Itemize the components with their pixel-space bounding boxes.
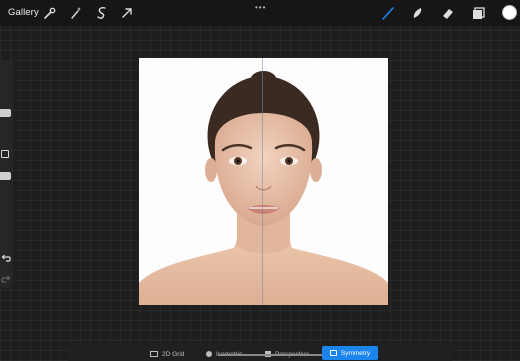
option-symmetry[interactable]: Symmetry [322,346,378,360]
redo-icon[interactable] [0,272,12,284]
portrait-image [139,71,388,305]
brush-size-slider-handle[interactable] [0,109,11,117]
guide-slider-track [218,354,324,356]
magic-wand-icon[interactable] [68,5,84,21]
smudge-icon[interactable] [409,5,425,21]
brush-icon[interactable] [380,5,396,21]
more-menu-icon[interactable]: ••• [255,3,266,12]
gallery-button[interactable]: Gallery [8,7,39,18]
color-picker-swatch[interactable] [502,5,517,20]
selection-icon[interactable] [94,5,110,21]
option-label: Symmetry [340,349,371,357]
left-sidebar [0,60,13,288]
top-toolbar: Gallery ••• [0,0,520,26]
undo-icon[interactable] [0,251,12,263]
isometric-icon [206,351,212,357]
layers-icon[interactable] [471,5,487,21]
grid-icon [150,351,158,357]
option-label: 2D Grid [162,350,185,358]
option-2d-grid[interactable]: 2D Grid [150,347,184,361]
symmetry-guide-line[interactable] [262,58,263,305]
drawing-canvas[interactable] [139,58,388,305]
wrench-icon[interactable] [42,5,58,21]
symmetry-icon [329,350,337,356]
drawing-guide-bar: 2D Grid Isometric Perspective Symmetry [68,343,452,361]
transform-arrow-icon[interactable] [119,5,135,21]
modify-button[interactable] [1,150,9,158]
eraser-icon[interactable] [440,5,456,21]
opacity-slider-handle[interactable] [0,172,11,180]
